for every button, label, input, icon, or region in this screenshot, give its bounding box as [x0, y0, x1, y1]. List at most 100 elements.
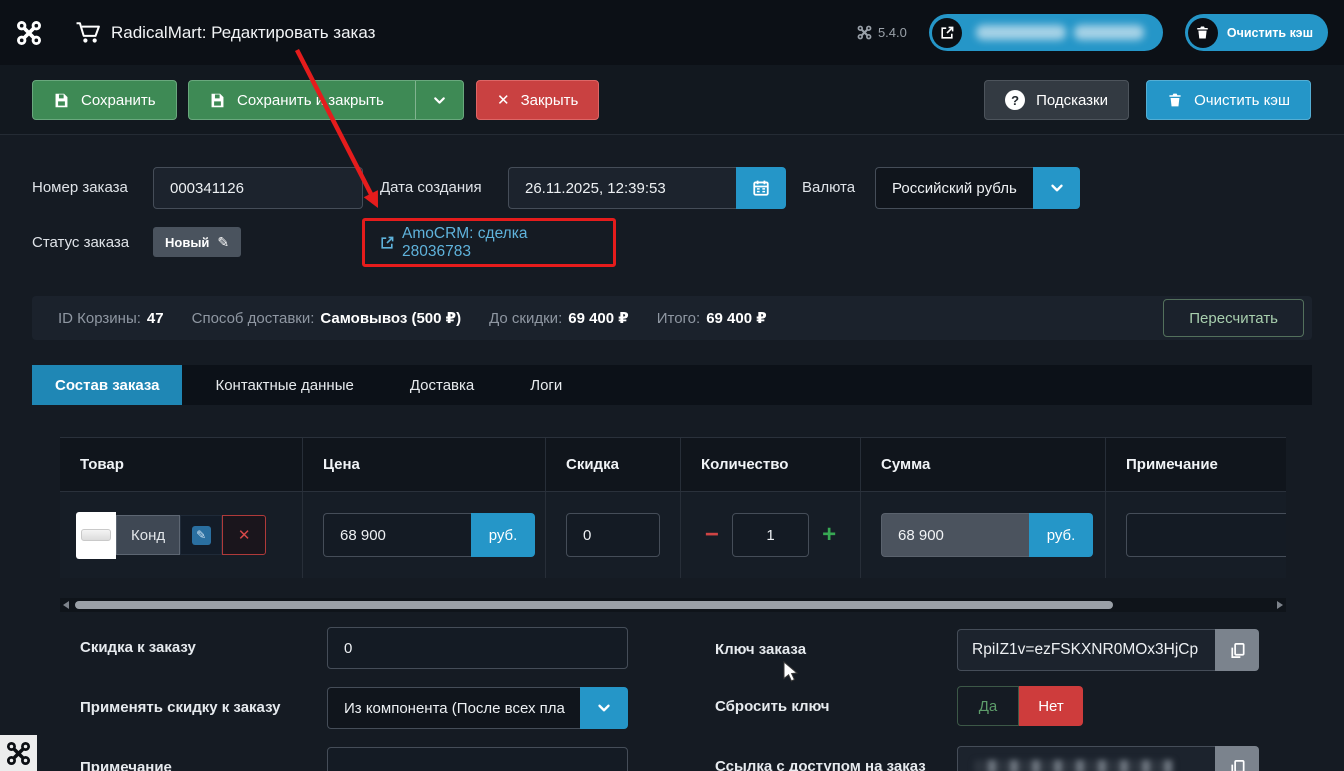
trash-icon	[1167, 92, 1183, 108]
copy-link-button[interactable]	[1215, 746, 1259, 771]
order-tabs: Состав заказа Контактные данные Доставка…	[32, 365, 1312, 405]
order-number-input[interactable]: 000341126	[153, 167, 363, 209]
blurred-link-value	[974, 760, 1174, 771]
product-thumbnail	[76, 512, 116, 559]
order-access-link-group	[957, 746, 1259, 771]
save-and-close-split-button: Сохранить и закрыть	[188, 80, 464, 120]
annotation-arrow-head	[364, 190, 378, 208]
apply-discount-label: Применять скидку к заказу	[80, 687, 281, 729]
tab-shipping[interactable]: Доставка	[387, 365, 497, 405]
price-input[interactable]: 68 900	[323, 513, 471, 557]
trash-icon	[1188, 18, 1218, 48]
quantity-cell: − 1 +	[680, 492, 860, 578]
order-status-label: Статус заказа	[32, 222, 129, 264]
clear-cache-button[interactable]: Очистить кэш	[1146, 80, 1311, 120]
tab-logs[interactable]: Логи	[507, 365, 585, 405]
sum-readonly-input: 68 900	[881, 513, 1029, 557]
table-horizontal-scrollbar[interactable]	[60, 598, 1286, 612]
calendar-button[interactable]	[736, 167, 786, 209]
chevron-down-icon	[1048, 179, 1066, 197]
order-status-badge[interactable]: Новый ✎	[153, 227, 241, 257]
currency-dropdown-button[interactable]	[1033, 167, 1080, 209]
reset-key-label: Сбросить ключ	[715, 686, 830, 728]
quantity-input[interactable]: 1	[732, 513, 810, 557]
order-key-readonly-input: RpiIZ1v=ezFSKXNR0MOx3HjCp	[957, 629, 1215, 671]
hints-button[interactable]: ? Подсказки	[984, 80, 1129, 120]
discount-cell: 0	[545, 492, 680, 578]
reset-key-yes-button[interactable]: Да	[957, 686, 1019, 726]
save-icon	[53, 92, 70, 109]
chevron-down-icon	[431, 92, 448, 109]
product-edit-button[interactable]: ✎	[180, 515, 222, 555]
reset-key-toggle: Да Нет	[957, 686, 1083, 726]
cart-icon	[74, 19, 101, 46]
apply-discount-dropdown-button[interactable]	[580, 687, 628, 729]
order-discount-input[interactable]: 0	[327, 627, 628, 669]
clear-cache-pill-button[interactable]: Очистить кэш	[1185, 14, 1328, 51]
save-icon	[209, 92, 226, 109]
column-header-quantity: Количество	[680, 438, 860, 491]
close-button[interactable]: ✕ Закрыть	[476, 80, 599, 120]
save-options-dropdown-button[interactable]	[415, 81, 463, 119]
save-button[interactable]: Сохранить	[32, 80, 177, 120]
order-note-input[interactable]	[327, 747, 628, 771]
blurred-site-name	[976, 25, 1066, 40]
created-date-label: Дата создания	[380, 167, 482, 209]
product-name-button[interactable]: Конд	[116, 515, 180, 555]
note-input[interactable]	[1126, 513, 1286, 557]
product-cell: Конд ✎ ✕	[60, 492, 302, 578]
joomla-admin-toggle-button[interactable]	[0, 735, 37, 771]
price-cell: 68 900 руб.	[302, 492, 545, 578]
tab-contact-data[interactable]: Контактные данные	[192, 365, 376, 405]
pencil-icon: ✎	[217, 234, 229, 251]
quantity-plus-button[interactable]: +	[818, 521, 840, 549]
table-header-row: Товар Цена Скидка Количество Сумма Приме…	[60, 438, 1286, 492]
apply-discount-select-group: Из компонента (После всех пла	[327, 687, 628, 729]
reset-key-no-button[interactable]: Нет	[1019, 686, 1083, 726]
column-header-discount: Скидка	[545, 438, 680, 491]
copy-key-button[interactable]	[1215, 629, 1259, 671]
price-currency-addon: руб.	[471, 513, 535, 557]
currency-select[interactable]: Российский рубль	[875, 167, 1033, 209]
admin-top-bar: RadicalMart: Редактировать заказ 5.4.0 О…	[0, 0, 1344, 65]
scrollbar-right-arrow[interactable]	[1277, 601, 1283, 609]
order-access-link-blurred-input	[957, 746, 1215, 771]
recalculate-button[interactable]: Пересчитать	[1163, 299, 1304, 337]
scrollbar-thumb[interactable]	[75, 601, 1113, 609]
external-link-icon	[379, 235, 395, 251]
external-link-icon	[932, 18, 962, 48]
save-and-close-button[interactable]: Сохранить и закрыть	[189, 81, 404, 119]
order-note-label: Примечание	[80, 747, 172, 771]
apply-discount-select[interactable]: Из компонента (После всех пла	[327, 687, 580, 729]
column-header-sum: Сумма	[860, 438, 1105, 491]
site-preview-pill-button[interactable]	[929, 14, 1163, 51]
quantity-minus-button[interactable]: −	[701, 521, 723, 549]
column-header-product: Товар	[60, 438, 302, 491]
order-number-label: Номер заказа	[32, 167, 128, 209]
currency-label: Валюта	[802, 167, 855, 209]
amocrm-highlight-box: AmoCRM: сделка 28036783	[362, 218, 616, 267]
amocrm-deal-link[interactable]: AmoCRM: сделка 28036783	[402, 225, 599, 261]
copy-icon	[1228, 758, 1247, 771]
x-icon: ✕	[497, 91, 510, 109]
column-header-price: Цена	[302, 438, 545, 491]
chevron-down-icon	[595, 699, 613, 717]
sum-cell: 68 900 руб.	[860, 492, 1105, 578]
product-delete-button[interactable]: ✕	[222, 515, 266, 555]
calendar-icon	[752, 179, 770, 197]
joomla-logo-icon[interactable]	[16, 20, 42, 46]
created-date-input[interactable]: 26.11.2025, 12:39:53	[508, 167, 736, 209]
cart-id: ID Корзины:47	[58, 310, 164, 327]
edit-pencil-icon: ✎	[192, 526, 211, 545]
order-discount-label: Скидка к заказу	[80, 627, 196, 669]
copy-icon	[1228, 641, 1247, 660]
before-discount: До скидки:69 400 ₽	[489, 309, 629, 327]
x-icon: ✕	[238, 526, 251, 544]
toolbar: Сохранить Сохранить и закрыть ✕ Закрыть …	[0, 65, 1344, 135]
scrollbar-left-arrow[interactable]	[63, 601, 69, 609]
tab-order-items[interactable]: Состав заказа	[32, 365, 182, 405]
created-date-group: 26.11.2025, 12:39:53	[508, 167, 786, 209]
discount-input[interactable]: 0	[566, 513, 660, 557]
order-access-link-label: Ссылка с доступом на заказ	[715, 746, 926, 771]
sum-currency-addon: руб.	[1029, 513, 1093, 557]
